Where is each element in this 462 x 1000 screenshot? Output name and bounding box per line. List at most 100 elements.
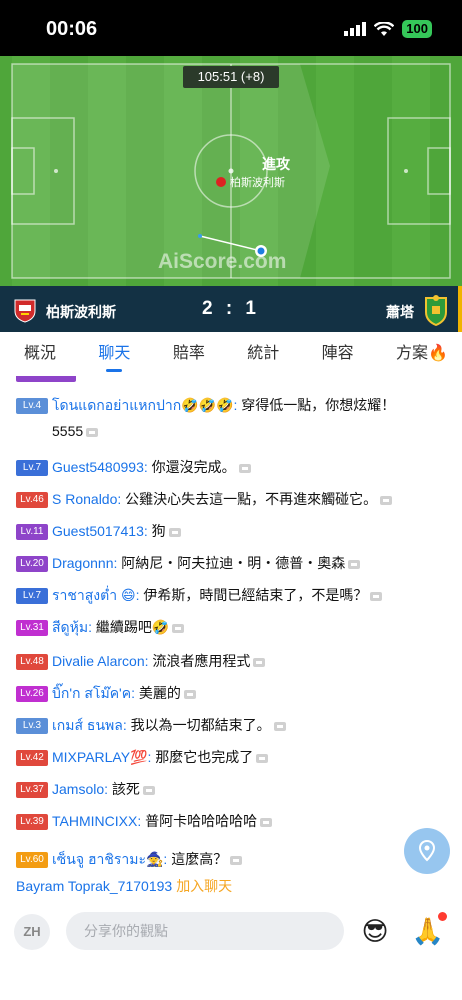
chat-username[interactable]: โดนแดกอย่าแหกปาก🤣🤣🤣 — [52, 397, 234, 413]
chat-message: Lv.3 เกมส์ ธนพล: 我以為一切都結束了。 — [16, 712, 446, 738]
chat-message: Lv.37 Jamsolo: 該死 — [16, 776, 446, 802]
chat-text: 這麼高？ — [171, 851, 228, 867]
chat-message: Lv.31 สีดูหุ้ม: 繼續踢吧🤣 — [16, 614, 446, 640]
location-icon — [418, 839, 436, 862]
chat-username[interactable]: เกมส์ ธนพล — [52, 717, 123, 733]
chat-separator: : — [137, 813, 146, 829]
level-badge: Lv.31 — [16, 620, 48, 637]
report-icon[interactable] — [230, 855, 243, 865]
tab-tips[interactable]: 方案🔥 — [396, 332, 448, 376]
chat-text: 公雞決心失去這一點，不再進來觸碰它。 — [125, 491, 378, 507]
level-badge: Lv.20 — [16, 556, 48, 573]
report-icon[interactable] — [256, 753, 269, 763]
chat-username[interactable]: Dragonnn — [52, 555, 114, 571]
report-icon[interactable] — [348, 559, 361, 569]
tab-odds[interactable]: 賠率 — [173, 332, 205, 376]
chat-message: Lv.4 โดนแดกอย่าแหกปาก🤣🤣🤣: 穿得低一點，你想炫耀！ 5555 — [16, 392, 446, 444]
fire-icon: 🔥 — [428, 345, 448, 362]
chat-message: Lv.46 S Ronaldo: 公雞決心失去這一點，不再進來觸碰它。 — [16, 486, 446, 512]
level-badge: Lv.7 — [16, 460, 48, 477]
tab-chat[interactable]: 聊天 — [98, 332, 130, 376]
level-badge: Lv.11 — [16, 524, 48, 541]
wifi-icon — [374, 21, 395, 36]
chat-username[interactable]: Divalie Alarcon — [52, 653, 145, 669]
report-icon[interactable] — [86, 427, 99, 437]
chat-message: Lv.20 Dragonnn: 阿納尼・阿夫拉迪・明・德普・奧森 — [16, 550, 446, 576]
join-text: 加入聊天 — [176, 878, 233, 894]
notification-dot — [438, 912, 447, 921]
team-crest-icon — [216, 177, 226, 187]
away-team-name[interactable]: 蕭塔 — [386, 302, 414, 322]
level-badge: Lv.60 — [16, 852, 48, 869]
language-button[interactable]: ZH — [14, 914, 50, 950]
chat-username[interactable]: Jamsolo — [52, 781, 104, 797]
join-notice: Bayram Toprak_7170193 加入聊天 — [16, 876, 232, 896]
chat-username[interactable]: บิ๊ก'ก สโม๊ค'ค — [52, 685, 131, 701]
level-badge: Lv.48 — [16, 654, 48, 671]
chat-separator: : — [104, 781, 112, 797]
report-icon[interactable] — [238, 463, 251, 473]
chat-message: Lv.42 MIXPARLAY💯: 那麼它也完成了 — [16, 744, 446, 770]
chat-message: Lv.7 Guest5480993: 你還沒完成。 — [16, 454, 446, 480]
chat-message: Lv.48 Divalie Alarcon: 流浪者應用程式 — [16, 648, 446, 674]
tab-stats[interactable]: 統計 — [247, 332, 279, 376]
emoji-button[interactable]: 😎 — [358, 914, 392, 948]
report-icon[interactable] — [168, 527, 181, 537]
tab-bar: 概況 聊天 賠率 統計 陣容 方案🔥 — [0, 332, 462, 376]
chat-text: 阿納尼・阿夫拉迪・明・德普・奧森 — [121, 555, 346, 571]
status-bar: 00:06 100 — [0, 0, 462, 56]
chat-message: Lv.11 Guest5017413: 狗 — [16, 518, 446, 544]
report-icon[interactable] — [183, 689, 196, 699]
chat-separator: : — [143, 459, 152, 475]
watermark: AiScore.com — [158, 250, 287, 273]
chat-separator: : — [122, 717, 131, 733]
level-badge: Lv.42 — [16, 750, 48, 767]
chat-username[interactable]: เซ็นจู ฮาชิรามะ🧙 — [52, 851, 163, 867]
chat-message: Lv.7 ราชาสูงต่ำ 😄: 伊希斯，時間已經結束了，不是嗎？ — [16, 582, 446, 608]
chat-username[interactable]: สีดูหุ้ม — [52, 619, 88, 635]
join-user[interactable]: Bayram Toprak_7170193 — [16, 878, 172, 894]
chat-username[interactable]: S Ronaldo — [52, 491, 117, 507]
tab-lineup[interactable]: 陣容 — [322, 332, 354, 376]
chat-separator: : — [143, 523, 152, 539]
chat-username[interactable]: MIXPARLAY💯 — [52, 749, 148, 765]
match-clock: 105:51 (+8) — [183, 66, 279, 88]
report-icon[interactable] — [370, 591, 383, 601]
report-icon[interactable] — [172, 623, 185, 633]
level-badge: Lv.4 — [16, 398, 48, 415]
report-icon[interactable] — [142, 785, 155, 795]
chat-text: 美麗的 — [138, 685, 181, 701]
chat-text: 普阿卡哈哈哈哈哈 — [145, 813, 258, 829]
chat-username[interactable]: ราชาสูงต่ำ 😄 — [52, 587, 136, 603]
report-icon[interactable] — [380, 495, 393, 505]
away-team-crest-icon[interactable] — [422, 294, 450, 326]
chat-username[interactable]: Guest5480993 — [52, 459, 144, 475]
report-icon[interactable] — [260, 817, 273, 827]
report-icon[interactable] — [253, 657, 266, 667]
floating-scroll-button[interactable] — [404, 828, 450, 874]
chat-text: 狗 — [151, 523, 166, 539]
tab-tips-label: 方案 — [396, 345, 429, 362]
status-icons: 100 — [344, 20, 432, 38]
level-badge: Lv.39 — [16, 814, 48, 831]
chat-text: 穿得低一點，你想炫耀！ — [241, 397, 396, 413]
chat-message: Lv.39 TAHMINCIXX: 普阿卡哈哈哈哈哈 — [16, 808, 446, 834]
chat-message: Lv.60 เซ็นจู ฮาชิรามะ🧙: 這麼高？ — [16, 846, 446, 872]
level-badge: Lv.3 — [16, 718, 48, 735]
attack-team: 柏斯波利斯 — [216, 174, 285, 190]
chat-message: Lv.26 บิ๊ก'ก สโม๊ค'ค: 美麗的 — [16, 680, 446, 706]
status-time: 00:06 — [46, 18, 98, 40]
report-icon[interactable] — [273, 721, 286, 731]
tab-overview[interactable]: 概況 — [24, 332, 56, 376]
chat-text: 該死 — [111, 781, 140, 797]
chat-text: 伊希斯，時間已經結束了，不是嗎？ — [143, 587, 368, 603]
level-badge: Lv.37 — [16, 782, 48, 799]
scoreboard-accent — [458, 286, 462, 332]
chat-input[interactable] — [66, 912, 344, 950]
chat-text: 你還沒完成。 — [151, 459, 236, 475]
battery-indicator: 100 — [402, 20, 432, 38]
level-badge: Lv.7 — [16, 588, 48, 605]
chat-username[interactable]: TAHMINCIXX — [52, 813, 137, 829]
level-badge: Lv.46 — [16, 492, 48, 509]
chat-username[interactable]: Guest5017413 — [52, 523, 144, 539]
